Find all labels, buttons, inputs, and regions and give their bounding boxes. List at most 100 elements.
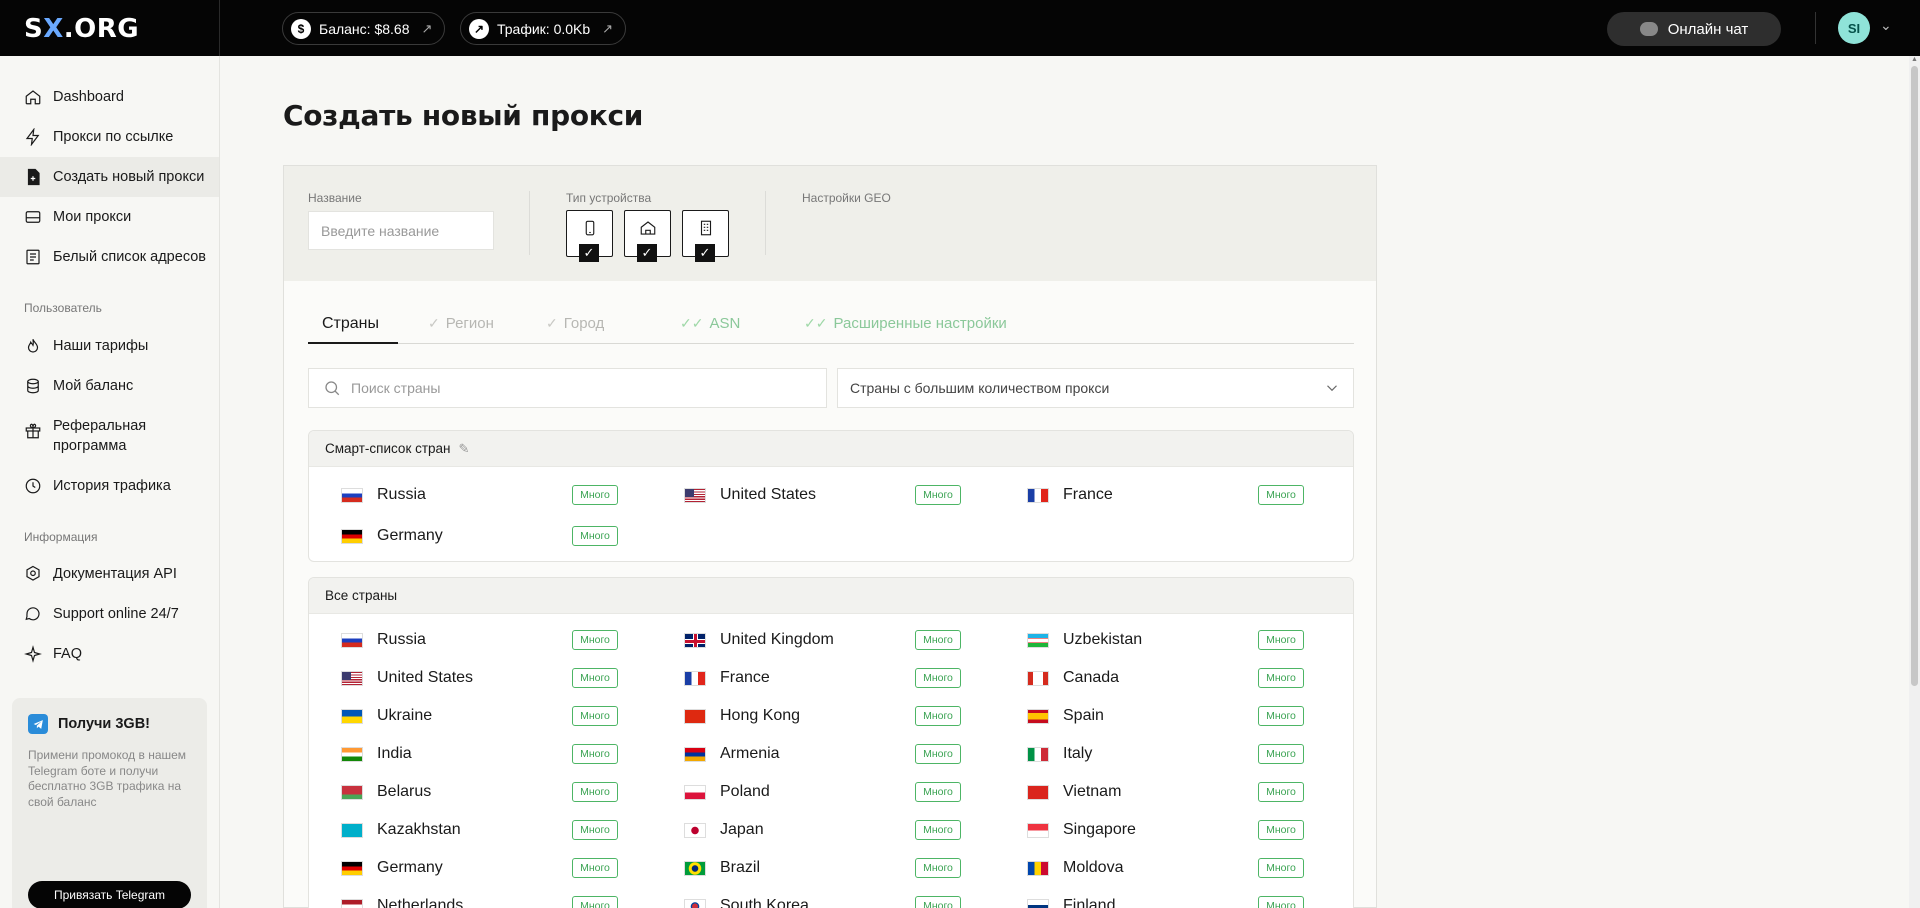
flag-icon: [1027, 487, 1049, 503]
flag-icon: [1027, 746, 1049, 762]
country-item[interactable]: France Много: [654, 664, 961, 692]
country-item[interactable]: France Много: [997, 481, 1304, 509]
sidebar-item-support[interactable]: Support online 24/7: [0, 594, 219, 634]
check-icon: ✓: [637, 244, 657, 262]
flag-icon: [684, 784, 706, 800]
sidebar-item-dashboard[interactable]: Dashboard: [0, 77, 219, 117]
country-name: Singapore: [1063, 821, 1136, 838]
country-item[interactable]: Netherlands Много: [311, 892, 618, 908]
flame-icon: [24, 337, 42, 355]
country-item[interactable]: Uzbekistan Много: [997, 626, 1304, 654]
availability-badge: Много: [1258, 782, 1304, 802]
chevron-down-icon[interactable]: ⌄: [1880, 17, 1892, 34]
avatar[interactable]: SI: [1838, 12, 1870, 44]
country-item[interactable]: Germany Много: [311, 854, 618, 882]
tab-countries[interactable]: Страны: [322, 315, 379, 333]
scroll-thumb[interactable]: [1911, 66, 1918, 686]
sidebar-item-proxy-link[interactable]: Прокси по ссылке: [0, 117, 219, 157]
availability-badge: Много: [572, 820, 618, 840]
country-item[interactable]: Russia Много: [311, 626, 618, 654]
all-country-list: Все страны Russia Много United Kingdom Мног…: [308, 577, 1354, 908]
availability-badge: Много: [915, 820, 961, 840]
sidebar-item-faq[interactable]: FAQ: [0, 634, 219, 674]
geo-tabs: Страны ✓ Регион ✓ Город ✓✓ ASN ✓✓ Расширенны…: [308, 309, 1354, 344]
flag-icon: [341, 746, 363, 762]
coins-icon: [24, 377, 42, 395]
country-item[interactable]: India Много: [311, 740, 618, 768]
country-item[interactable]: South Korea Много: [654, 892, 961, 908]
online-chat-button[interactable]: Онлайн чат: [1607, 12, 1781, 46]
traffic-pill[interactable]: ↗ Трафик: 0.0Kb ↗: [460, 12, 627, 45]
sidebar-item-traffic-history[interactable]: История трафика: [0, 466, 219, 506]
country-item[interactable]: Poland Много: [654, 778, 961, 806]
device-datacenter-toggle[interactable]: ✓: [682, 210, 729, 262]
country-search-input[interactable]: Поиск страны: [308, 368, 827, 408]
tab-advanced[interactable]: ✓✓ Расширенные настройки: [804, 315, 1007, 332]
country-name: South Korea: [720, 897, 809, 908]
country-item[interactable]: Moldova Много: [997, 854, 1304, 882]
check-icon: ✓: [695, 244, 715, 262]
country-item[interactable]: United Kingdom Много: [654, 626, 961, 654]
country-item[interactable]: Singapore Много: [997, 816, 1304, 844]
sidebar-item-whitelist[interactable]: Белый список адресов: [0, 237, 219, 277]
country-item[interactable]: Spain Много: [997, 702, 1304, 730]
country-name: Poland: [720, 783, 770, 800]
trend-icon: ↗: [469, 18, 489, 39]
pencil-icon[interactable]: ✎: [459, 441, 470, 457]
list-icon: [24, 248, 42, 266]
device-type-label: Тип устройства: [566, 191, 652, 205]
balance-pill[interactable]: $ Баланс: $8.68 ↗: [282, 12, 446, 45]
scrollbar[interactable]: ▲: [1909, 56, 1920, 908]
country-item[interactable]: Japan Много: [654, 816, 961, 844]
country-item[interactable]: Armenia Много: [654, 740, 961, 768]
country-item[interactable]: Finland Много: [997, 892, 1304, 908]
country-item[interactable]: Ukraine Много: [311, 702, 618, 730]
scroll-up-icon[interactable]: ▲: [1911, 56, 1918, 63]
availability-badge: Много: [915, 744, 961, 764]
tab-asn[interactable]: ✓✓ ASN: [680, 315, 740, 332]
tab-region[interactable]: ✓ Регион: [428, 315, 494, 332]
country-item[interactable]: Russia Много: [311, 481, 618, 509]
country-item[interactable]: Kazakhstan Много: [311, 816, 618, 844]
country-item[interactable]: Vietnam Много: [997, 778, 1304, 806]
country-name: Spain: [1063, 707, 1104, 724]
country-item[interactable]: Canada Много: [997, 664, 1304, 692]
flag-icon: [1027, 898, 1049, 908]
arrow-up-right-icon: ↗: [602, 20, 614, 36]
country-name: United States: [720, 486, 817, 503]
link-telegram-button[interactable]: Привязать Telegram: [28, 881, 191, 908]
availability-badge: Много: [915, 668, 961, 688]
sidebar-item-referral[interactable]: Реферальная программа: [0, 416, 219, 464]
country-sort-select[interactable]: Страны с большим количеством прокси: [837, 368, 1354, 408]
sidebar-item-balance[interactable]: Мой баланс: [0, 366, 219, 406]
country-item[interactable]: United States Много: [311, 664, 618, 692]
sidebar-item-create-proxy[interactable]: Создать новый прокси: [0, 157, 219, 197]
flag-icon: [341, 670, 363, 686]
flag-icon: [684, 708, 706, 724]
house-icon: [640, 221, 655, 235]
country-name: Vietnam: [1063, 783, 1122, 800]
name-input[interactable]: Введите название: [308, 211, 494, 250]
country-name: Uzbekistan: [1063, 631, 1143, 648]
sidebar-item-tariffs[interactable]: Наши тарифы: [0, 326, 219, 366]
sidebar-item-api-docs[interactable]: Документация API: [0, 554, 219, 594]
country-item[interactable]: United States Много: [654, 481, 961, 509]
availability-badge: Много: [1258, 706, 1304, 726]
country-item[interactable]: Hong Kong Много: [654, 702, 961, 730]
country-item[interactable]: Italy Много: [997, 740, 1304, 768]
country-item[interactable]: Belarus Много: [311, 778, 618, 806]
device-residential-toggle[interactable]: ✓: [624, 210, 671, 262]
availability-badge: Много: [572, 526, 618, 546]
country-name: Kazakhstan: [377, 821, 461, 838]
country-item[interactable]: Brazil Много: [654, 854, 961, 882]
logo[interactable]: SX.ORG: [24, 14, 139, 44]
country-item[interactable]: Germany Много: [311, 522, 618, 550]
tab-city[interactable]: ✓ Город: [546, 315, 604, 332]
home-icon: [24, 88, 42, 106]
flag-icon: [684, 670, 706, 686]
section-user-label: Пользователь: [24, 301, 102, 315]
sidebar-item-my-proxies[interactable]: Мои прокси: [0, 197, 219, 237]
country-name: United States: [377, 669, 474, 686]
device-mobile-toggle[interactable]: ✓: [566, 210, 613, 262]
sidebar: Dashboard Прокси по ссылке Создать новый…: [0, 56, 220, 908]
